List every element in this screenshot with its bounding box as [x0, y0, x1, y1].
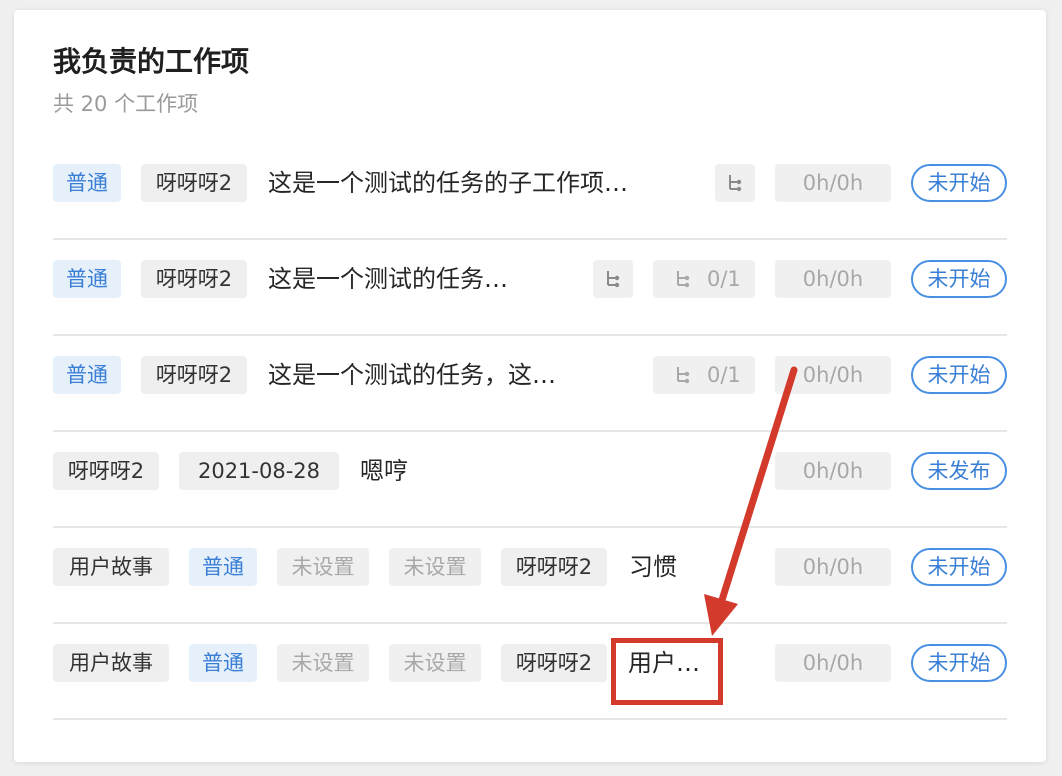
date-tag: 2021-08-28	[179, 452, 339, 490]
subtask-count-label: 0/1	[707, 267, 741, 291]
status-badge[interactable]: 未开始	[911, 356, 1007, 394]
assignee-tag: 呀呀呀2	[141, 356, 247, 394]
status-badge[interactable]: 未开始	[911, 548, 1007, 586]
unset-field-tag: 未设置	[277, 644, 369, 682]
work-item-title[interactable]: 这是一个测试的任务的子工作项…	[268, 164, 698, 202]
unset-field-tag: 未设置	[389, 644, 481, 682]
status-badge[interactable]: 未开始	[911, 260, 1007, 298]
card-subtitle: 共 20 个工作项	[53, 92, 199, 116]
priority-tag: 普通	[189, 548, 257, 586]
work-item-row[interactable]: 普通 呀呀呀2 这是一个测试的任务，这… 0/1 0h/0h 未开始	[53, 336, 1007, 432]
subtask-tree-icon	[729, 175, 742, 192]
work-item-title[interactable]: 习惯	[629, 548, 749, 586]
priority-tag: 普通	[53, 356, 121, 394]
work-item-title[interactable]: 这是一个测试的任务…	[268, 260, 588, 298]
work-item-row[interactable]: 普通 呀呀呀2 这是一个测试的任务的子工作项… 0h/0h 未开始	[53, 144, 1007, 240]
subtask-tree-icon	[677, 271, 690, 288]
parent-item-button[interactable]	[715, 164, 755, 202]
work-item-row[interactable]: 普通 呀呀呀2 这是一个测试的任务… 0/1 0h/0h 未开始	[53, 240, 1007, 336]
work-item-title[interactable]: 这是一个测试的任务，这…	[268, 356, 648, 394]
time-estimate: 0h/0h	[775, 356, 891, 394]
unset-field-tag: 未设置	[389, 548, 481, 586]
priority-tag: 普通	[189, 644, 257, 682]
annotation-highlight-box	[611, 638, 723, 705]
subtask-count[interactable]: 0/1	[653, 356, 755, 394]
subtask-count-label: 0/1	[707, 363, 741, 387]
status-badge[interactable]: 未发布	[911, 452, 1007, 490]
time-estimate: 0h/0h	[775, 548, 891, 586]
work-item-row[interactable]: 呀呀呀2 2021-08-28 嗯哼 0h/0h 未发布	[53, 432, 1007, 528]
subtask-tree-icon	[607, 271, 620, 288]
unset-field-tag: 未设置	[277, 548, 369, 586]
priority-tag: 普通	[53, 260, 121, 298]
subtask-count[interactable]: 0/1	[653, 260, 755, 298]
time-estimate: 0h/0h	[775, 452, 891, 490]
assignee-tag: 呀呀呀2	[141, 260, 247, 298]
work-item-row[interactable]: 用户故事 普通 未设置 未设置 呀呀呀2 用户… 0h/0h 未开始	[53, 624, 1007, 720]
subtask-tree-icon	[677, 367, 690, 384]
time-estimate: 0h/0h	[775, 260, 891, 298]
priority-tag: 普通	[53, 164, 121, 202]
type-tag: 用户故事	[53, 548, 169, 586]
work-item-row[interactable]: 用户故事 普通 未设置 未设置 呀呀呀2 习惯 0h/0h 未开始	[53, 528, 1007, 624]
time-estimate: 0h/0h	[775, 644, 891, 682]
card-title: 我负责的工作项	[53, 45, 250, 78]
type-tag: 用户故事	[53, 644, 169, 682]
status-badge[interactable]: 未开始	[911, 164, 1007, 202]
assignee-tag: 呀呀呀2	[501, 644, 607, 682]
assignee-tag: 呀呀呀2	[53, 452, 159, 490]
assignee-tag: 呀呀呀2	[501, 548, 607, 586]
assignee-tag: 呀呀呀2	[141, 164, 247, 202]
status-badge[interactable]: 未开始	[911, 644, 1007, 682]
time-estimate: 0h/0h	[775, 164, 891, 202]
parent-item-button[interactable]	[593, 260, 633, 298]
work-item-title[interactable]: 嗯哼	[360, 452, 560, 490]
